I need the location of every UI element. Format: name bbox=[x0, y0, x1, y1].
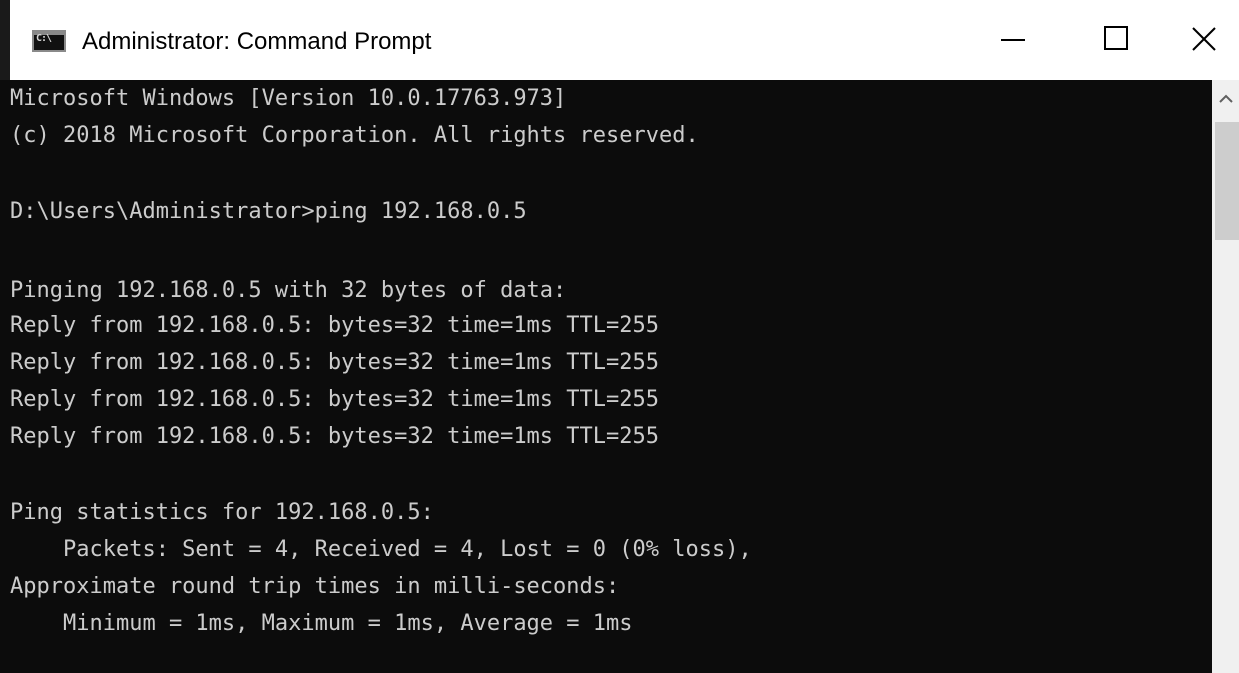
console-line: Reply from 192.168.0.5: bytes=32 time=1m… bbox=[10, 350, 660, 375]
icon-glyph-text: C:\ bbox=[36, 33, 52, 44]
console-line: D:\Users\Administrator>ping 192.168.0.5 bbox=[10, 199, 527, 224]
console-line: Pinging 192.168.0.5 with 32 bytes of dat… bbox=[10, 278, 567, 303]
console-line: Microsoft Windows [Version 10.0.17763.97… bbox=[10, 86, 567, 111]
console-line: Minimum = 1ms, Maximum = 1ms, Average = … bbox=[10, 611, 633, 636]
close-icon bbox=[1192, 27, 1216, 51]
maximize-icon bbox=[1104, 26, 1128, 50]
console-line: Approximate round trip times in milli-se… bbox=[10, 574, 620, 599]
console-line: (c) 2018 Microsoft Corporation. All righ… bbox=[10, 123, 699, 148]
window-title: Administrator: Command Prompt bbox=[82, 28, 432, 55]
chevron-up-icon bbox=[1219, 94, 1233, 103]
minimize-button[interactable] bbox=[965, 0, 1065, 80]
maximize-button[interactable] bbox=[1068, 0, 1168, 80]
minimize-icon bbox=[1001, 39, 1025, 41]
command-prompt-icon[interactable]: C:\ bbox=[32, 30, 66, 52]
close-button[interactable] bbox=[1155, 0, 1239, 80]
console-line: Reply from 192.168.0.5: bytes=32 time=1m… bbox=[10, 424, 660, 449]
console-line: Reply from 192.168.0.5: bytes=32 time=1m… bbox=[10, 313, 660, 338]
console-line: Ping statistics for 192.168.0.5: bbox=[10, 500, 434, 525]
console-line: Reply from 192.168.0.5: bytes=32 time=1m… bbox=[10, 387, 660, 412]
scroll-thumb[interactable] bbox=[1215, 122, 1239, 240]
scroll-up-button[interactable] bbox=[1212, 80, 1239, 118]
console-output[interactable]: Microsoft Windows [Version 10.0.17763.97… bbox=[10, 80, 1212, 673]
vertical-scrollbar[interactable] bbox=[1212, 80, 1239, 673]
console-line: Packets: Sent = 4, Received = 4, Lost = … bbox=[10, 537, 752, 562]
command-prompt-window: C:\ Administrator: Command Prompt Micros… bbox=[0, 0, 1239, 673]
title-bar[interactable]: C:\ Administrator: Command Prompt bbox=[0, 0, 1239, 80]
